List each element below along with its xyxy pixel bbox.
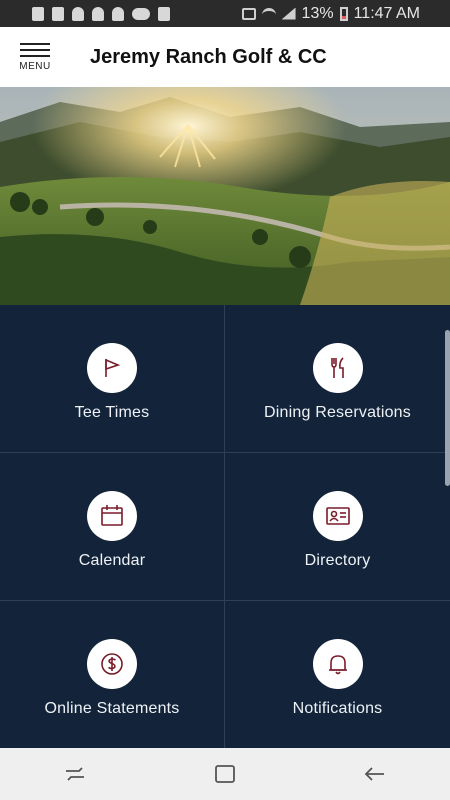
page-title: Jeremy Ranch Golf & CC (90, 45, 327, 68)
signal-icon (281, 7, 296, 20)
back-arrow-icon (364, 767, 384, 781)
flag-icon (87, 343, 137, 393)
notification-icons (0, 6, 170, 21)
tile-label: Dining Reservations (264, 404, 411, 421)
app-header: MENU Jeremy Ranch Golf & CC (0, 27, 450, 87)
id-card-icon (312, 491, 363, 541)
hero-image (0, 87, 450, 305)
tile-label: Notifications (292, 700, 383, 717)
tile-label: Calendar (78, 552, 146, 569)
menu-grid: Tee Times Dining Reservations Calendar D… (0, 305, 450, 748)
home-button[interactable] (195, 748, 255, 800)
system-status: 13% 11:47 AM (241, 0, 420, 27)
mute-icon (241, 7, 256, 20)
back-button[interactable] (345, 748, 405, 800)
tile-label: Tee Times (74, 404, 150, 421)
home-icon (215, 765, 235, 783)
pawn-icon (112, 6, 124, 21)
app-badge-icon (132, 7, 150, 20)
calendar-icon (87, 491, 137, 541)
recent-apps-button[interactable] (45, 748, 105, 800)
mountain-landscape-image (0, 87, 450, 305)
battery-icon (339, 6, 348, 21)
clock: 11:47 AM (353, 4, 420, 22)
status-bar: 13% 11:47 AM (0, 0, 450, 27)
close-box-icon (158, 6, 170, 21)
tile-dining-reservations[interactable]: Dining Reservations (225, 305, 450, 453)
tile-calendar[interactable]: Calendar (0, 453, 225, 601)
hamburger-icon (20, 42, 50, 57)
menu-label: MENU (19, 60, 51, 72)
scrollbar[interactable] (445, 330, 450, 486)
bell-icon (312, 639, 363, 689)
pawn-icon (72, 6, 84, 21)
tile-label: Directory (304, 552, 371, 569)
wifi-icon (261, 7, 276, 20)
system-nav-bar (0, 748, 450, 800)
tile-online-statements[interactable]: Online Statements (0, 601, 225, 748)
pawn-icon (92, 6, 104, 21)
dollar-icon (87, 639, 137, 689)
alert-icon (32, 6, 44, 21)
fork-knife-icon (312, 343, 363, 393)
menu-button[interactable]: MENU (0, 27, 70, 87)
tile-directory[interactable]: Directory (225, 453, 450, 601)
tile-notifications[interactable]: Notifications (225, 601, 450, 748)
battery-percent: 13% (301, 4, 334, 22)
recent-apps-icon (66, 767, 84, 781)
tile-label: Online Statements (44, 700, 180, 717)
tile-tee-times[interactable]: Tee Times (0, 305, 225, 453)
clipboard-icon (52, 6, 64, 21)
